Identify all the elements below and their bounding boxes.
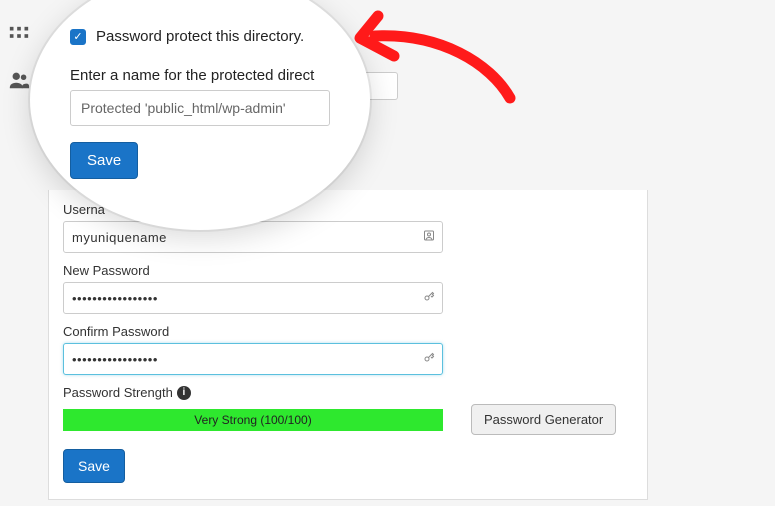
info-icon[interactable]: i xyxy=(177,386,191,400)
create-user-panel: Userna New Password Confirm Password Pas… xyxy=(48,190,648,500)
new-password-label: New Password xyxy=(63,263,633,278)
password-strength-text: Password Strength xyxy=(63,385,173,400)
save-user-button[interactable]: Save xyxy=(63,449,125,483)
grid-icon[interactable] xyxy=(8,25,30,47)
password-generator-button[interactable]: Password Generator xyxy=(471,404,616,435)
key-icon xyxy=(423,352,435,367)
password-protect-label: Password protect this directory. xyxy=(96,28,304,45)
users-icon[interactable] xyxy=(8,69,30,91)
new-password-field[interactable] xyxy=(63,282,443,314)
username-field[interactable] xyxy=(63,221,443,253)
confirm-password-field[interactable] xyxy=(63,343,443,375)
confirm-password-label: Confirm Password xyxy=(63,324,633,339)
directory-name-field[interactable] xyxy=(70,90,330,126)
key-icon xyxy=(423,291,435,306)
password-strength-meter: Very Strong (100/100) xyxy=(63,409,443,431)
directory-name-label: Enter a name for the protected direct xyxy=(70,67,342,84)
password-strength-label: Password Strength i xyxy=(63,385,633,400)
save-directory-button[interactable]: Save xyxy=(70,142,138,179)
callout-arrow xyxy=(350,8,530,118)
contact-icon xyxy=(423,230,435,245)
password-protect-checkbox[interactable]: ✓ xyxy=(70,29,86,45)
